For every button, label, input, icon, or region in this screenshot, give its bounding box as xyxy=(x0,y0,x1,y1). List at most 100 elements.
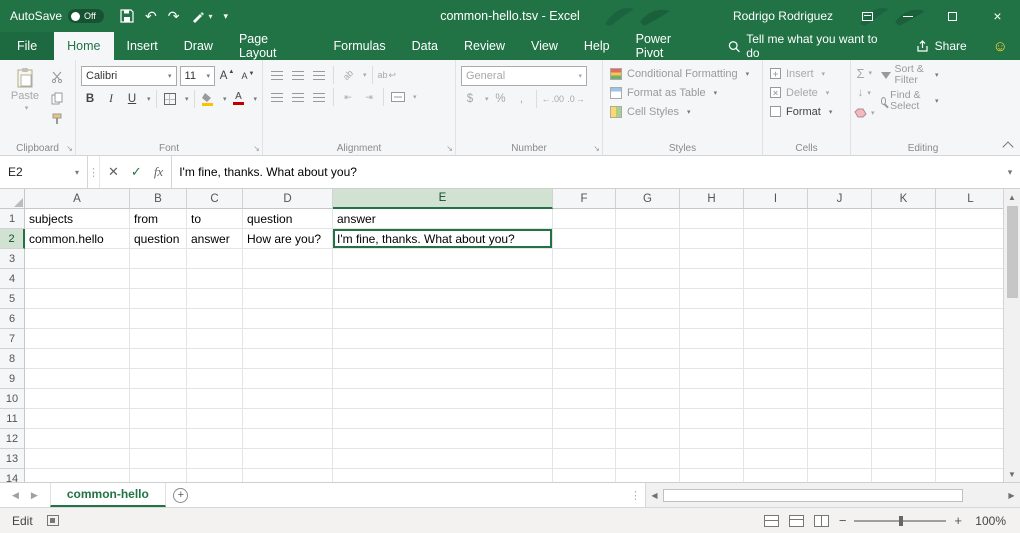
font-name-combo[interactable]: Calibri ▾ xyxy=(81,66,177,86)
font-color-button[interactable]: A xyxy=(229,90,247,108)
cell-I10[interactable] xyxy=(744,389,808,409)
cell-H2[interactable] xyxy=(680,229,744,249)
row-header-9[interactable]: 9 xyxy=(0,369,25,389)
format-painter-button[interactable] xyxy=(48,110,66,128)
redo-icon[interactable]: ↷ xyxy=(168,8,180,24)
accounting-dropdown-icon[interactable]: ▾ xyxy=(485,95,489,103)
fill-button[interactable]: ↓▾ xyxy=(854,84,875,102)
cell-A5[interactable] xyxy=(25,289,130,309)
cell-G8[interactable] xyxy=(616,349,680,369)
orientation-button[interactable]: ab xyxy=(339,66,357,84)
borders-dropdown-icon[interactable]: ▾ xyxy=(185,95,189,103)
cell-K8[interactable] xyxy=(872,349,936,369)
cell-E14[interactable] xyxy=(333,469,553,482)
prev-sheet-icon[interactable]: ◀ xyxy=(12,490,19,501)
cell-J9[interactable] xyxy=(808,369,872,389)
cell-B13[interactable] xyxy=(130,449,187,469)
cell-B5[interactable] xyxy=(130,289,187,309)
cell-F7[interactable] xyxy=(553,329,616,349)
align-bottom-button[interactable] xyxy=(310,66,328,84)
cell-B11[interactable] xyxy=(130,409,187,429)
cell-L12[interactable] xyxy=(936,429,1003,449)
cell-C3[interactable] xyxy=(187,249,243,269)
cell-B2[interactable]: question xyxy=(130,229,187,249)
cell-G3[interactable] xyxy=(616,249,680,269)
cell-K5[interactable] xyxy=(872,289,936,309)
cell-L4[interactable] xyxy=(936,269,1003,289)
cell-B1[interactable]: from xyxy=(130,209,187,229)
cell-B8[interactable] xyxy=(130,349,187,369)
cell-D13[interactable] xyxy=(243,449,333,469)
horizontal-scroll-thumb[interactable] xyxy=(663,489,963,502)
tab-review[interactable]: Review xyxy=(451,32,518,60)
cell-J13[interactable] xyxy=(808,449,872,469)
cell-G1[interactable] xyxy=(616,209,680,229)
autosave-toggle[interactable]: Off xyxy=(68,9,104,23)
cell-I5[interactable] xyxy=(744,289,808,309)
cell-F1[interactable] xyxy=(553,209,616,229)
expand-formula-bar-icon[interactable]: ▾ xyxy=(1000,156,1020,188)
cell-D4[interactable] xyxy=(243,269,333,289)
formula-bar-grip[interactable]: ⋮ xyxy=(88,156,100,188)
macro-recording-icon[interactable] xyxy=(47,515,59,526)
column-header-F[interactable]: F xyxy=(553,189,616,209)
page-layout-view-icon[interactable] xyxy=(789,515,804,527)
cell-K12[interactable] xyxy=(872,429,936,449)
cell-A1[interactable]: subjects xyxy=(25,209,130,229)
tab-draw[interactable]: Draw xyxy=(171,32,226,60)
cell-H1[interactable] xyxy=(680,209,744,229)
autosave-control[interactable]: AutoSave Off xyxy=(0,9,104,23)
cell-K9[interactable] xyxy=(872,369,936,389)
cell-B12[interactable] xyxy=(130,429,187,449)
cell-H8[interactable] xyxy=(680,349,744,369)
cell-K6[interactable] xyxy=(872,309,936,329)
find-select-button[interactable]: Find & Select ▾ xyxy=(881,90,939,112)
column-header-K[interactable]: K xyxy=(872,189,936,209)
cell-E2[interactable]: I'm fine, thanks. What about you? xyxy=(333,229,553,249)
cell-H7[interactable] xyxy=(680,329,744,349)
sheetbar-splitter[interactable]: ⋮ xyxy=(626,483,645,507)
row-header-4[interactable]: 4 xyxy=(0,269,25,289)
cell-D1[interactable]: question xyxy=(243,209,333,229)
cell-L1[interactable] xyxy=(936,209,1003,229)
cell-K3[interactable] xyxy=(872,249,936,269)
format-as-table-button[interactable]: Format as Table ▾ xyxy=(606,83,759,102)
cell-D2[interactable]: How are you? xyxy=(243,229,333,249)
column-header-B[interactable]: B xyxy=(130,189,187,209)
copy-button[interactable] xyxy=(48,89,66,107)
align-right-button[interactable] xyxy=(310,88,328,106)
formula-input[interactable]: I'm fine, thanks. What about you? xyxy=(172,156,1000,188)
font-color-dropdown-icon[interactable]: ▾ xyxy=(253,95,257,103)
accounting-format-button[interactable]: $ xyxy=(461,90,479,108)
tell-me-box[interactable]: Tell me what you want to do xyxy=(714,32,902,60)
zoom-slider[interactable] xyxy=(854,520,946,522)
align-left-button[interactable] xyxy=(268,88,286,106)
wrap-text-button[interactable]: ab↩ xyxy=(378,66,397,84)
cell-D5[interactable] xyxy=(243,289,333,309)
cell-L11[interactable] xyxy=(936,409,1003,429)
maximize-button[interactable] xyxy=(930,0,975,32)
cell-J10[interactable] xyxy=(808,389,872,409)
ribbon-display-options-icon[interactable] xyxy=(849,0,885,32)
column-header-J[interactable]: J xyxy=(808,189,872,209)
cell-E8[interactable] xyxy=(333,349,553,369)
cell-H3[interactable] xyxy=(680,249,744,269)
new-sheet-button[interactable]: + xyxy=(166,483,196,507)
close-button[interactable]: × xyxy=(975,0,1020,32)
cell-L8[interactable] xyxy=(936,349,1003,369)
row-header-3[interactable]: 3 xyxy=(0,249,25,269)
cell-L9[interactable] xyxy=(936,369,1003,389)
autosum-button[interactable]: Σ▾ xyxy=(854,64,875,82)
increase-decimal-button[interactable]: ←.00 xyxy=(542,90,565,108)
cell-J2[interactable] xyxy=(808,229,872,249)
row-header-1[interactable]: 1 xyxy=(0,209,25,229)
row-header-11[interactable]: 11 xyxy=(0,409,25,429)
tab-file[interactable]: File xyxy=(0,32,54,60)
row-header-12[interactable]: 12 xyxy=(0,429,25,449)
cell-H4[interactable] xyxy=(680,269,744,289)
cell-C10[interactable] xyxy=(187,389,243,409)
cell-styles-button[interactable]: Cell Styles ▾ xyxy=(606,102,759,121)
cell-I7[interactable] xyxy=(744,329,808,349)
column-header-I[interactable]: I xyxy=(744,189,808,209)
paste-button[interactable]: Paste ▾ xyxy=(5,66,45,112)
